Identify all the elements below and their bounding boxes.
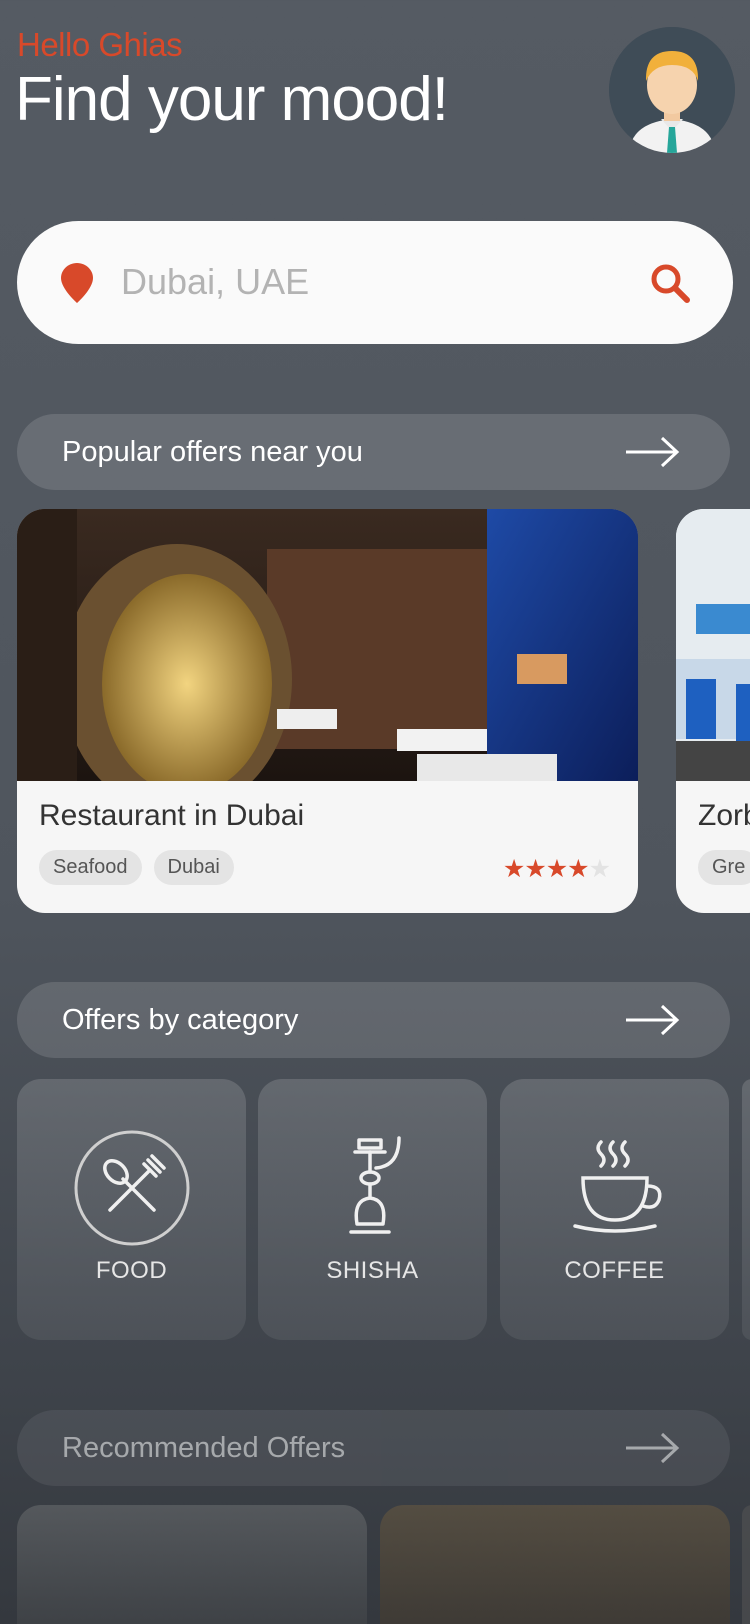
restaurant-photo [676,509,750,781]
category-food[interactable]: FOOD [17,1079,246,1340]
user-avatar-icon [609,27,735,153]
coffee-cup-icon [550,1123,680,1253]
arrow-right-icon[interactable] [626,1004,680,1036]
search-input[interactable]: Dubai, UAE [121,261,309,303]
category-label: FOOD [95,1257,168,1284]
restaurant-photo [17,509,638,781]
category-card-partial[interactable] [742,1079,750,1340]
arrow-right-icon[interactable] [626,436,680,468]
section-title: Popular offers near you [62,436,363,468]
popular-offers-header[interactable]: Popular offers near you [17,414,730,490]
rating-stars: ★★★★★ [502,854,611,884]
avatar[interactable] [609,27,735,153]
star-icon: ★ [567,855,589,883]
offer-title: Zorb [698,799,750,832]
star-icon: ★ [524,855,546,883]
recommended-offer-card[interactable] [17,1505,367,1624]
category-shisha[interactable]: SHISHA [258,1079,487,1340]
star-icon: ★ [502,855,525,883]
arrow-right-icon[interactable] [626,1432,680,1464]
tag-chip[interactable]: Gre [698,850,750,885]
search-icon[interactable] [650,263,690,303]
location-pin-icon [61,263,93,303]
greeting-text: Hello Ghias [17,26,183,63]
category-coffee[interactable]: COFFEE [500,1079,729,1340]
offer-card[interactable]: Restaurant in Dubai Seafood Dubai ★★★★★ [17,509,638,913]
shisha-icon [308,1123,438,1253]
offer-tags: Gre [698,850,750,885]
recommended-offers-header[interactable]: Recommended Offers [17,1410,730,1486]
category-label: SHISHA [326,1257,419,1284]
offer-card[interactable]: Zorb Gre [676,509,750,913]
recommended-offer-card-partial[interactable] [742,1505,750,1624]
fork-spoon-icon [67,1123,197,1253]
offer-title: Restaurant in Dubai [39,799,305,832]
search-bar[interactable]: Dubai, UAE [17,221,733,344]
offer-tags: Seafood Dubai [39,850,234,885]
section-title: Recommended Offers [62,1432,346,1464]
category-label: COFFEE [564,1257,665,1284]
page-title: Find your mood! [15,65,449,134]
star-empty-icon: ★ [588,855,611,883]
tag-chip[interactable]: Seafood [39,850,142,885]
offers-by-category-header[interactable]: Offers by category [17,982,730,1058]
section-title: Offers by category [62,1004,299,1036]
star-icon: ★ [545,855,568,883]
tag-chip[interactable]: Dubai [153,850,234,885]
recommended-offer-card[interactable] [380,1505,730,1624]
